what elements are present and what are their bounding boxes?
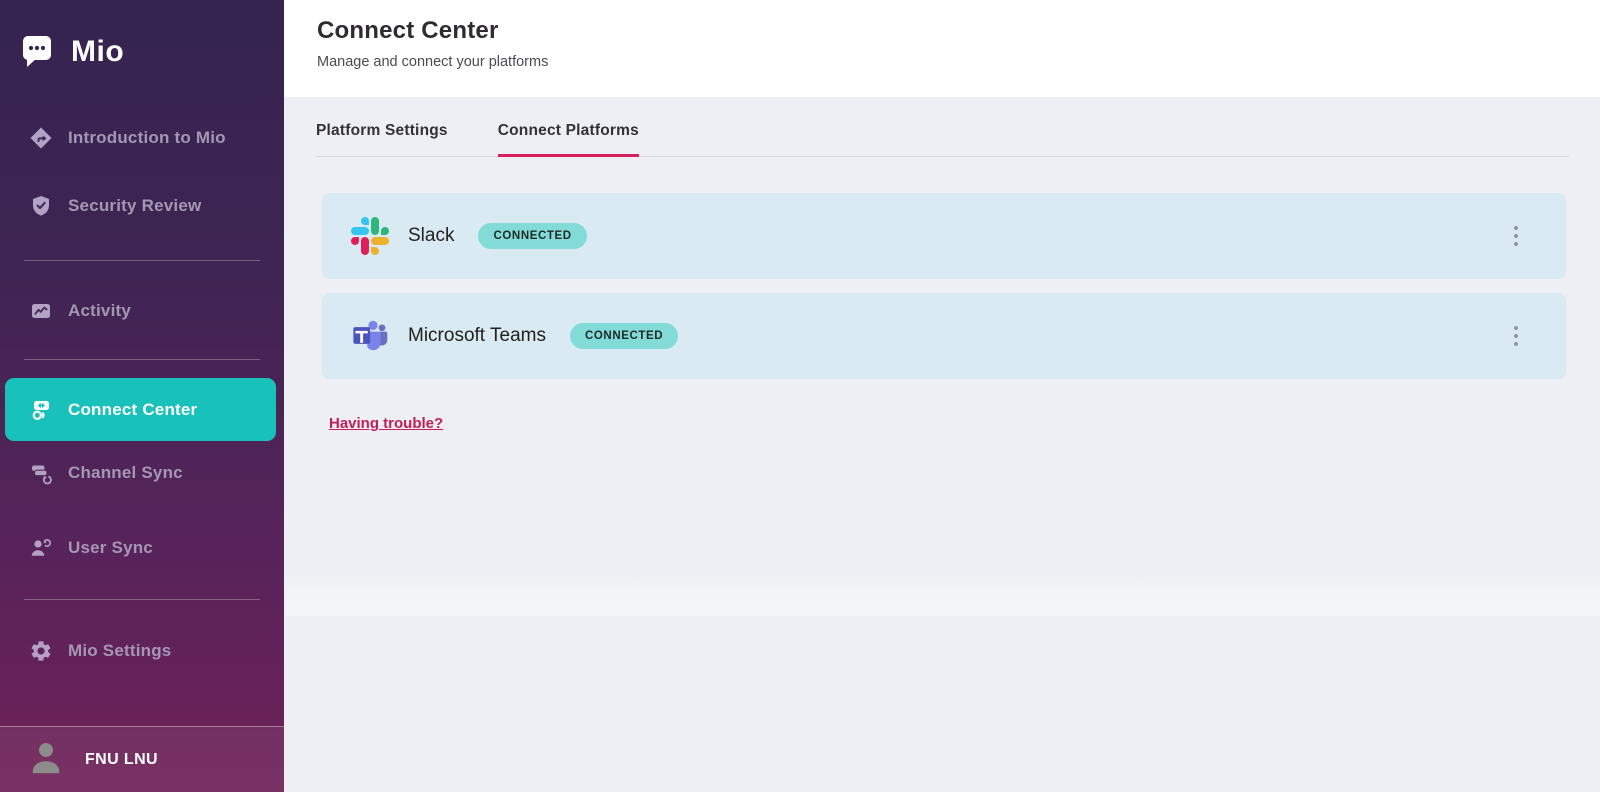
sidebar-divider — [24, 359, 260, 360]
status-badge: CONNECTED — [569, 323, 679, 349]
sidebar-item-label: Activity — [68, 301, 132, 320]
brand-name: Mio — [71, 35, 125, 68]
activity-chart-icon — [29, 299, 53, 323]
status-badge: CONNECTED — [478, 223, 587, 249]
platform-name: Slack — [408, 225, 455, 246]
page-subtitle: Manage and connect your platforms — [317, 54, 549, 70]
sidebar-divider — [24, 260, 260, 261]
mio-logo-icon — [22, 34, 58, 70]
sidebar-item-mio-settings[interactable]: Mio Settings — [0, 627, 284, 675]
platform-card-slack: Slack CONNECTED — [322, 193, 1566, 279]
platform-card-microsoft-teams: Microsoft Teams CONNECTED — [322, 293, 1566, 379]
platform-name: Microsoft Teams — [408, 325, 546, 346]
gear-icon — [29, 639, 53, 663]
mio-logo: Mio — [0, 0, 284, 72]
sidebar-item-channel-sync[interactable]: Channel Sync — [0, 449, 284, 497]
sidebar-item-label: User Sync — [68, 538, 153, 557]
sidebar-item-label: Mio Settings — [68, 641, 172, 660]
microsoft-teams-logo-icon — [351, 317, 389, 355]
app-window: Mio Introduction to Mio Security Review … — [0, 0, 1600, 792]
tab-bar: Platform Settings Connect Platforms — [284, 97, 1600, 157]
user-avatar-icon — [27, 738, 65, 781]
tab-connect-platforms[interactable]: Connect Platforms — [497, 122, 639, 157]
sidebar-item-label: Connect Center — [68, 399, 198, 419]
sidebar-item-connect-center[interactable]: Connect Center — [5, 378, 276, 441]
page-title: Connect Center — [317, 17, 499, 44]
platform-menu-button[interactable] — [1508, 320, 1525, 353]
sidebar: Mio Introduction to Mio Security Review … — [0, 0, 284, 792]
main-panel: Connect Center Manage and connect your p… — [284, 0, 1600, 792]
user-sync-icon — [29, 536, 53, 560]
directions-icon — [29, 126, 53, 150]
sidebar-nav: Introduction to Mio Security Review Acti… — [0, 114, 284, 675]
tab-platform-settings[interactable]: Platform Settings — [316, 122, 448, 157]
user-name: FNU LNU — [85, 750, 159, 768]
sidebar-item-introduction[interactable]: Introduction to Mio — [0, 114, 284, 162]
sidebar-item-security-review[interactable]: Security Review — [0, 182, 284, 230]
sidebar-item-user-sync[interactable]: User Sync — [0, 524, 284, 572]
platform-menu-button[interactable] — [1508, 220, 1525, 253]
platforms-list: Slack CONNECTED Microsoft Teams CONNECTE… — [284, 157, 1600, 433]
content-fade-band — [284, 567, 1600, 617]
channel-sync-icon — [29, 461, 53, 485]
sidebar-item-activity[interactable]: Activity — [0, 287, 284, 335]
slack-logo-icon — [351, 217, 389, 255]
sidebar-item-label: Channel Sync — [68, 463, 183, 482]
having-trouble-link[interactable]: Having trouble? — [329, 415, 443, 432]
sidebar-divider — [24, 599, 260, 600]
sidebar-item-label: Security Review — [68, 196, 202, 215]
sidebar-user[interactable]: FNU LNU — [0, 726, 284, 792]
page-header: Connect Center Manage and connect your p… — [284, 0, 1600, 97]
sidebar-item-label: Introduction to Mio — [68, 128, 226, 147]
shield-check-icon — [29, 194, 53, 218]
connect-icon — [29, 398, 53, 422]
